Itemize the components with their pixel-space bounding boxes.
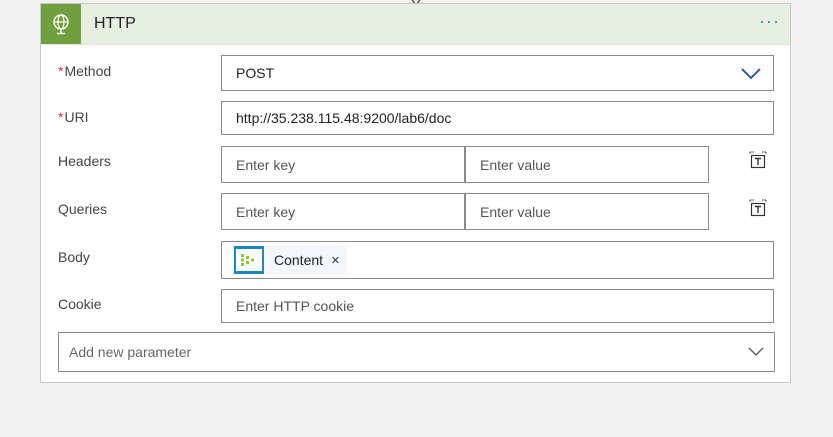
add-new-parameter-dropdown[interactable]: Add new parameter <box>58 332 775 372</box>
headers-value-input[interactable]: Enter value <box>465 146 709 183</box>
content-token[interactable]: Content × <box>234 246 346 274</box>
switch-to-text-mode-icon[interactable] <box>749 199 767 217</box>
queries-value-placeholder: Enter value <box>480 203 551 220</box>
cookie-label: Cookie <box>58 296 102 312</box>
queries-key-placeholder: Enter key <box>236 203 296 220</box>
uri-input[interactable]: http://35.238.115.48:9200/lab6/doc <box>221 101 774 135</box>
required-marker: * <box>58 63 64 79</box>
queries-label: Queries <box>58 201 108 217</box>
globe-icon <box>41 4 81 44</box>
card-header[interactable]: HTTP ··· <box>41 4 790 45</box>
uri-label: *URI <box>58 109 89 125</box>
cookie-input[interactable]: Enter HTTP cookie <box>221 289 774 323</box>
method-label-text: Method <box>64 63 112 79</box>
http-action-card: HTTP ··· *Method POST *URI http://35.238… <box>40 3 791 383</box>
headers-label: Headers <box>58 153 111 169</box>
method-dropdown[interactable]: POST <box>221 55 774 91</box>
uri-label-text: URI <box>64 109 89 125</box>
card-title: HTTP <box>94 15 136 32</box>
body-label: Body <box>58 249 90 265</box>
cookie-placeholder: Enter HTTP cookie <box>236 298 355 314</box>
switch-to-text-mode-icon[interactable] <box>749 151 767 169</box>
headers-key-input[interactable]: Enter key <box>221 146 465 183</box>
remove-token-button[interactable]: × <box>331 252 340 269</box>
add-new-parameter-placeholder: Add new parameter <box>69 344 192 360</box>
more-options-button[interactable]: ··· <box>759 11 780 32</box>
uri-value: http://35.238.115.48:9200/lab6/doc <box>236 110 452 126</box>
headers-value-placeholder: Enter value <box>480 156 551 173</box>
method-value: POST <box>236 65 275 81</box>
dynamic-content-icon <box>234 246 264 274</box>
queries-value-input[interactable]: Enter value <box>465 193 709 230</box>
queries-key-input[interactable]: Enter key <box>221 193 465 230</box>
chevron-down-icon <box>748 347 764 356</box>
chevron-down-icon <box>741 68 761 80</box>
method-label: *Method <box>58 63 111 79</box>
required-marker: * <box>58 109 64 125</box>
content-token-label: Content <box>274 252 324 268</box>
body-input[interactable]: Content × <box>221 241 774 279</box>
headers-key-placeholder: Enter key <box>236 156 296 173</box>
